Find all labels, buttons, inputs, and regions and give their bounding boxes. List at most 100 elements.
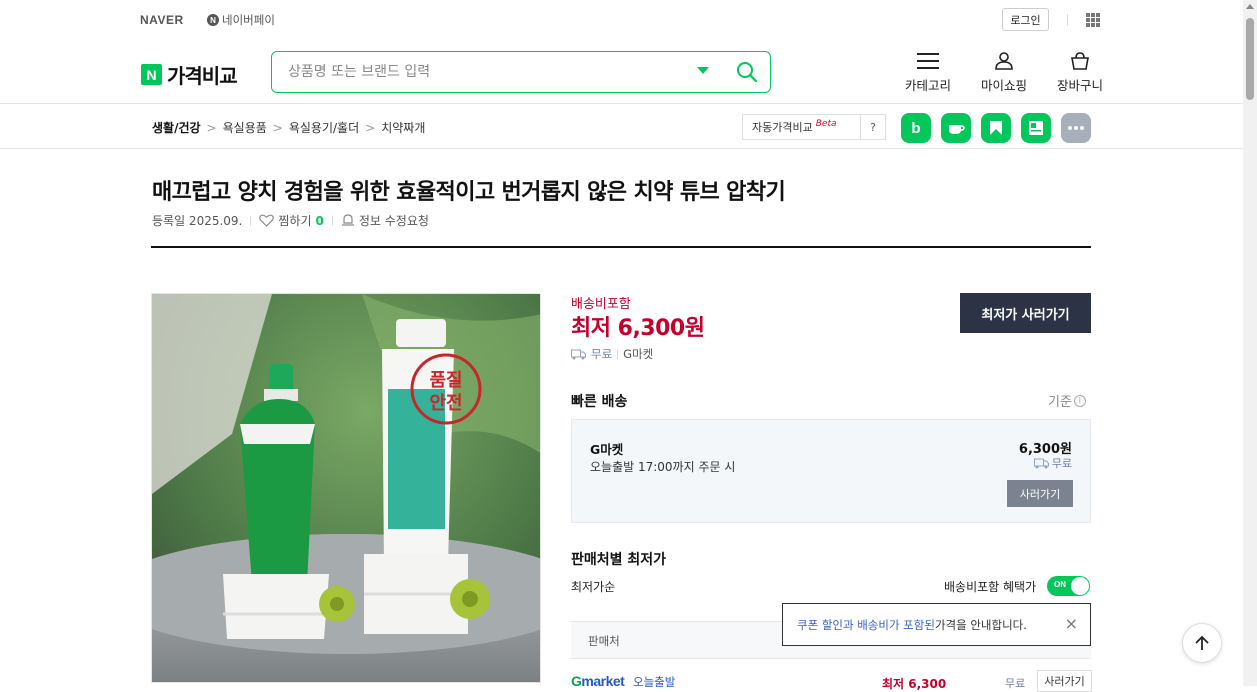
fast-delivery-desc: 오늘출발 17:00까지 주문 시 — [590, 460, 736, 474]
my-shopping-label: 마이쇼핑 — [980, 78, 1027, 93]
title-divider — [151, 246, 1091, 248]
search-box — [271, 51, 771, 93]
naver-n-icon: N — [141, 64, 162, 85]
heart-icon — [259, 214, 275, 227]
search-icon[interactable] — [736, 61, 758, 87]
quality-stamp-line1: 품질 — [429, 370, 462, 391]
fast-seller-name: G마켓 — [590, 442, 624, 457]
sort-lowest[interactable]: 최저가순 — [571, 578, 615, 595]
free-shipping: 무료 — [591, 347, 613, 361]
main-header: N 가격비교 카테고리 마이쇼핑 장바구니 — [0, 40, 1243, 104]
divider — [1067, 14, 1068, 26]
apps-grid-icon[interactable] — [1086, 13, 1100, 27]
row-buy-button[interactable]: 사러가기 — [1037, 670, 1092, 692]
fast-shipping-label: 무료 — [1051, 457, 1072, 470]
seller-name: G마켓 — [623, 347, 654, 361]
truck-icon — [571, 349, 586, 359]
scrollbar-thumb[interactable] — [1246, 18, 1254, 100]
shopping-bag-icon — [1071, 52, 1089, 70]
user-icon — [995, 52, 1013, 70]
beta-badge: Beta — [815, 119, 837, 129]
toggle-knob — [1071, 577, 1089, 595]
divider — [250, 215, 252, 226]
truck-icon — [1033, 458, 1049, 468]
gmarket-logo[interactable]: Gmarket — [571, 673, 625, 689]
breadcrumb-separator: > — [206, 120, 217, 135]
shipping-benefit-toggle[interactable]: ON — [1047, 576, 1090, 596]
bookmark-share-icon[interactable] — [981, 113, 1011, 143]
basis-label: 기준 — [1048, 395, 1072, 410]
tooltip-highlight: 쿠폰 할인과 배송비가 포함된 — [797, 617, 935, 632]
gmarket-logo-rest: market — [581, 673, 625, 689]
wish-button[interactable]: 찜하기 0 — [259, 212, 324, 229]
breadcrumb-item[interactable]: 욕실용기/홀더 — [289, 119, 359, 136]
quality-stamp-line2: 안전 — [429, 393, 462, 414]
sellers-heading: 판매처별 최저가 — [571, 552, 667, 568]
my-shopping-menu[interactable]: 마이쇼핑 — [974, 52, 1034, 94]
row-shipping: 무료 — [1005, 677, 1026, 690]
row-price: 최저 6,300 — [882, 677, 947, 691]
bell-icon — [341, 214, 354, 226]
brand-title: 가격비교 — [167, 64, 238, 88]
buy-lowest-button[interactable]: 최저가 사러가기 — [960, 293, 1091, 333]
more-icon[interactable] — [1061, 113, 1091, 143]
product-meta: 등록일 2025.09. 찜하기 0 정보 수정요청 — [152, 212, 429, 229]
breadcrumb-item[interactable]: 치약짜개 — [381, 119, 425, 136]
talk-share-icon[interactable] — [941, 113, 971, 143]
cart-menu[interactable]: 장바구니 — [1050, 52, 1110, 94]
wish-label: 찜하기 — [278, 214, 312, 228]
coupon-tooltip: 쿠폰 할인과 배송비가 포함된 가격을 안내합니다. × — [782, 603, 1091, 646]
blog-share-icon[interactable] — [1021, 113, 1051, 143]
auto-price-label: 자동가격비교 — [752, 121, 813, 134]
auto-price-compare-button[interactable]: 자동가격비교 Beta — [742, 114, 861, 140]
scrollbar[interactable] — [1243, 0, 1257, 686]
breadcrumb-separator: > — [272, 120, 283, 135]
search-input[interactable] — [288, 61, 688, 83]
product-title: 매끄럽고 양치 경험을 위한 효율적이고 번거롭지 않은 치약 튜브 압착기 — [152, 180, 786, 205]
wish-count: 0 — [315, 213, 324, 228]
scroll-to-top-button[interactable] — [1182, 623, 1222, 663]
product-image[interactable]: 품질 안전 — [151, 293, 541, 683]
breadcrumb-item[interactable]: 욕실용품 — [223, 119, 267, 136]
band-letter: b — [911, 119, 921, 137]
breadcrumb-item[interactable]: 생활/건강 — [152, 119, 201, 136]
report-label: 정보 수정요청 — [358, 214, 429, 228]
category-label: 카테고리 — [904, 78, 951, 93]
breadcrumb-separator: > — [365, 120, 376, 135]
shipping-benefit-label: 배송비포함 혜택가 — [944, 580, 1037, 594]
top-bar: NAVER N 네이버페이 로그인 — [0, 0, 1243, 40]
npay-icon: N — [207, 14, 219, 26]
fast-shipping: 무료 — [1033, 455, 1072, 471]
column-seller: 판매처 — [588, 634, 620, 648]
fast-buy-button[interactable]: 사러가기 — [1007, 480, 1073, 507]
table-row: Gmarket 오늘출발 최저 6,300 무료 사러가기 — [571, 670, 1092, 692]
report-button[interactable]: 정보 수정요청 — [341, 212, 429, 229]
hamburger-icon — [917, 53, 939, 69]
breadcrumb: 생활/건강 > 욕실용품 > 욕실용기/홀더 > 치약짜개 — [152, 119, 425, 136]
divider — [331, 215, 333, 226]
lowest-price: 최저 6,300원 — [571, 316, 705, 341]
today-ship-tag: 오늘출발 — [633, 675, 676, 689]
category-menu[interactable]: 카테고리 — [898, 52, 958, 94]
price-compare-logo[interactable]: N 가격비교 — [141, 60, 238, 89]
info-icon: i — [1073, 394, 1086, 407]
arrow-up-icon — [1195, 635, 1209, 650]
breadcrumb-bar: 생활/건강 > 욕실용품 > 욕실용기/홀더 > 치약짜개 자동가격비교 Bet… — [0, 105, 1243, 149]
help-button[interactable]: ? — [860, 114, 886, 140]
band-share-icon[interactable]: b — [901, 113, 931, 143]
dropdown-caret-icon[interactable] — [697, 67, 709, 74]
basis-info[interactable]: 기준 i — [1048, 391, 1086, 410]
divider — [617, 349, 619, 359]
login-button[interactable]: 로그인 — [1002, 8, 1049, 31]
gmarket-logo-g: G — [571, 673, 582, 689]
toggle-on-label: ON — [1054, 580, 1066, 589]
scroll-up-arrow-icon[interactable] — [1246, 4, 1254, 9]
fast-delivery-card: G마켓 오늘출발 17:00까지 주문 시 6,300원 무료 사러가기 — [571, 419, 1091, 523]
naver-pay-link[interactable]: N 네이버페이 — [207, 12, 275, 28]
fast-delivery-heading: 빠른 배송 — [571, 394, 628, 410]
naver-pay-label: 네이버페이 — [222, 13, 275, 27]
close-icon[interactable]: × — [1065, 616, 1078, 632]
cart-label: 장바구니 — [1056, 78, 1103, 93]
tooltip-text: 가격을 안내합니다. — [934, 617, 1027, 632]
naver-logo[interactable]: NAVER — [140, 13, 184, 27]
